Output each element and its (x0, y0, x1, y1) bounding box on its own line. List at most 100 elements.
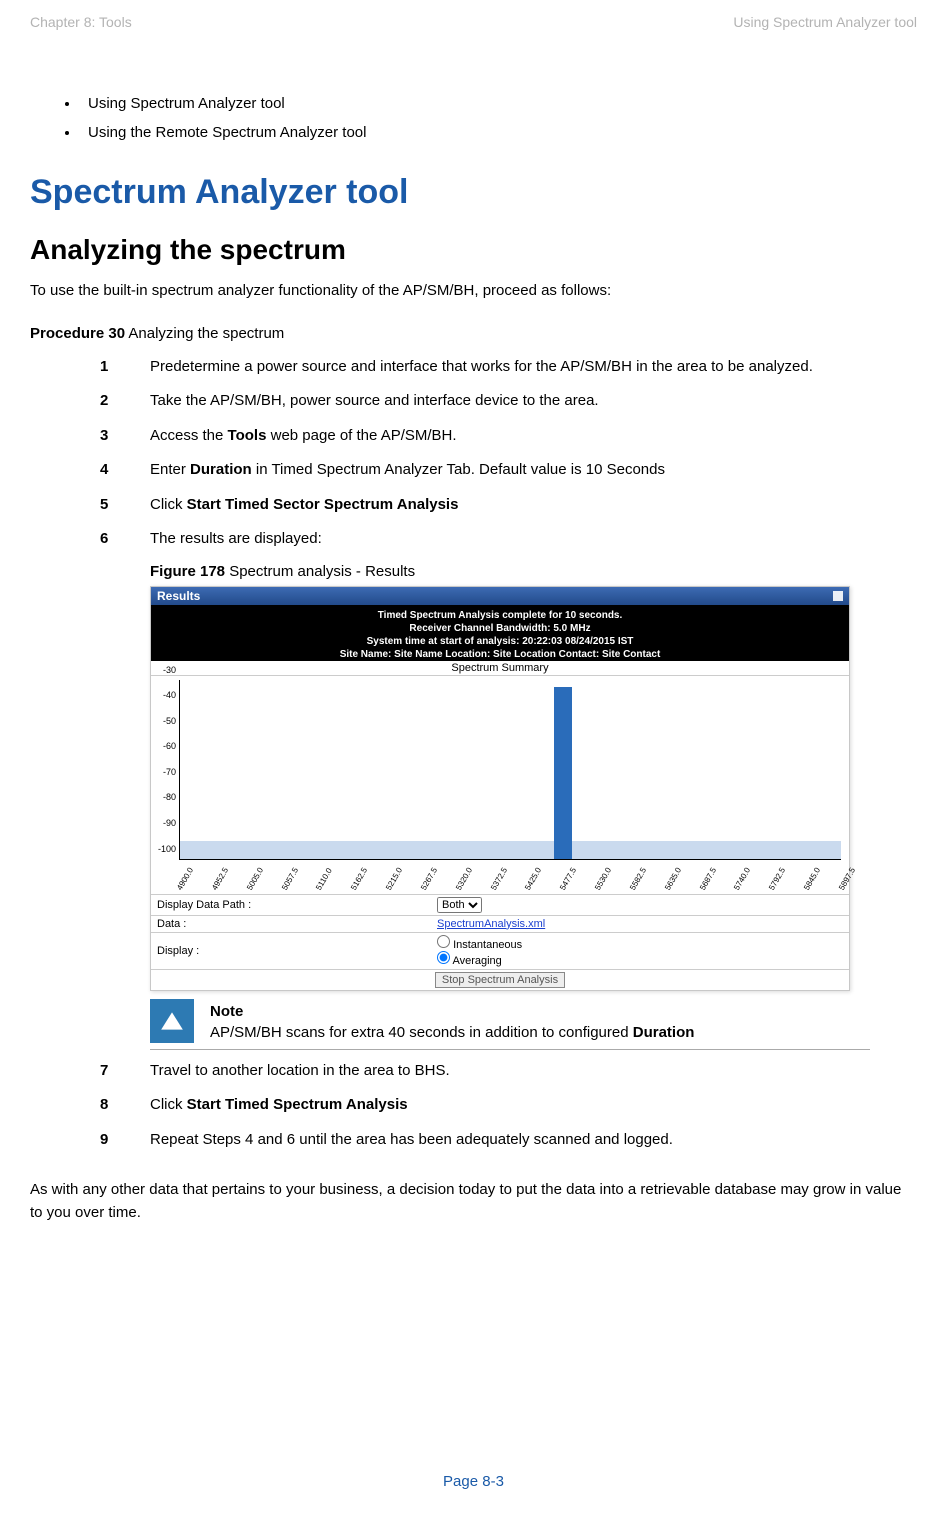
stop-button-row: Stop Spectrum Analysis (151, 969, 849, 990)
chart-x-axis: 4900.04952.55005.05057.55110.05162.55215… (179, 860, 841, 894)
step-text: Predetermine a power source and interfac… (150, 358, 813, 375)
link-spectrum-analysis-xml[interactable]: SpectrumAnalysis.xml (437, 918, 545, 930)
radio-averaging[interactable] (437, 951, 450, 964)
y-tick-label: -50 (154, 716, 176, 726)
step-body: Predetermine a power source and interfac… (150, 356, 917, 379)
results-title: Results (157, 589, 200, 603)
procedure-number: Procedure 30 (30, 325, 125, 342)
step-body: Repeat Steps 4 and 6 until the area has … (150, 1129, 917, 1152)
label-data: Data : (151, 916, 431, 932)
results-titlebar: Results (151, 587, 849, 605)
radio-averaging-label[interactable]: Averaging (437, 955, 502, 967)
note-text: Note AP/SM/BH scans for extra 40 seconds… (210, 999, 694, 1043)
spectrum-summary-label: Spectrum Summary (151, 661, 849, 676)
procedure-label: Procedure 30 Analyzing the spectrum (30, 325, 917, 342)
step-text: in Timed Spectrum Analyzer Tab. Default … (252, 461, 665, 478)
step-row: 7 Travel to another location in the area… (30, 1060, 917, 1083)
step-number: 5 (100, 494, 150, 517)
intro-bullets: Using Spectrum Analyzer tool Using the R… (30, 90, 917, 147)
step-text: Access the (150, 427, 228, 444)
x-tick-label: 5792.5 (767, 866, 787, 892)
figure-caption: Figure 178 Spectrum analysis - Results (30, 563, 917, 580)
step-row: 3 Access the Tools web page of the AP/SM… (30, 425, 917, 448)
x-tick-label: 4900.0 (175, 866, 195, 892)
step-row: 2 Take the AP/SM/BH, power source and in… (30, 390, 917, 413)
header-right: Using Spectrum Analyzer tool (733, 14, 917, 30)
step-bold: Duration (190, 461, 252, 478)
y-tick-label: -30 (154, 665, 176, 675)
stop-spectrum-analysis-button[interactable]: Stop Spectrum Analysis (435, 972, 565, 988)
step-text: Enter (150, 461, 190, 478)
x-tick-label: 5740.0 (733, 866, 753, 892)
step-number: 1 (100, 356, 150, 379)
x-tick-label: 4952.5 (210, 866, 230, 892)
step-number: 8 (100, 1094, 150, 1117)
step-number: 3 (100, 425, 150, 448)
step-number: 2 (100, 390, 150, 413)
step-row: 4 Enter Duration in Timed Spectrum Analy… (30, 459, 917, 482)
bullet-item: Using the Remote Spectrum Analyzer tool (80, 119, 917, 148)
procedure-steps: 1 Predetermine a power source and interf… (30, 356, 917, 551)
row-display-data-path: Display Data Path : Both (151, 894, 849, 915)
y-tick-label: -60 (154, 741, 176, 751)
step-body: Access the Tools web page of the AP/SM/B… (150, 425, 917, 448)
status-line: Receiver Channel Bandwidth: 5.0 MHz (155, 622, 845, 635)
step-number: 6 (100, 528, 150, 551)
select-display-data-path[interactable]: Both (437, 897, 482, 913)
x-tick-label: 5845.0 (802, 866, 822, 892)
step-text: Click (150, 496, 187, 513)
heading-analyzing-the-spectrum: Analyzing the spectrum (30, 234, 917, 266)
status-line: Timed Spectrum Analysis complete for 10 … (155, 609, 845, 622)
bullet-item: Using Spectrum Analyzer tool (80, 90, 917, 119)
x-tick-label: 5897.5 (837, 866, 857, 892)
step-row: 6 The results are displayed: (30, 528, 917, 551)
step-text: Take the AP/SM/BH, power source and inte… (150, 392, 599, 409)
step-bold: Tools (228, 427, 267, 444)
x-tick-label: 5215.0 (384, 866, 404, 892)
figure-title: Spectrum analysis - Results (225, 563, 415, 580)
radio-instantaneous[interactable] (437, 935, 450, 948)
closing-paragraph: As with any other data that pertains to … (30, 1179, 917, 1224)
step-bold: Start Timed Spectrum Analysis (187, 1096, 408, 1113)
x-tick-label: 5005.0 (245, 866, 265, 892)
note-body-bold: Duration (633, 1024, 695, 1041)
step-body: Travel to another location in the area t… (150, 1060, 917, 1083)
x-tick-label: 5635.0 (663, 866, 683, 892)
figure-number: Figure 178 (150, 563, 225, 580)
x-tick-label: 5320.0 (454, 866, 474, 892)
y-tick-label: -90 (154, 818, 176, 828)
y-tick-label: -100 (154, 844, 176, 854)
heading-spectrum-analyzer-tool: Spectrum Analyzer tool (30, 173, 917, 212)
step-text: Click (150, 1096, 187, 1113)
status-line: Site Name: Site Name Location: Site Loca… (155, 648, 845, 661)
step-body: The results are displayed: (150, 528, 917, 551)
spectrum-peak-bar (554, 687, 572, 858)
step-text: The results are displayed: (150, 530, 322, 547)
radio-instantaneous-label[interactable]: Instantaneous (437, 939, 522, 951)
step-row: 8 Click Start Timed Spectrum Analysis (30, 1094, 917, 1117)
step-row: 1 Predetermine a power source and interf… (30, 356, 917, 379)
step-row: 5 Click Start Timed Sector Spectrum Anal… (30, 494, 917, 517)
results-panel: Results Timed Spectrum Analysis complete… (150, 586, 850, 991)
x-tick-label: 5162.5 (349, 866, 369, 892)
header-left: Chapter 8: Tools (30, 14, 132, 30)
row-data: Data : SpectrumAnalysis.xml (151, 915, 849, 932)
x-tick-label: 5425.0 (524, 866, 544, 892)
step-body: Click Start Timed Spectrum Analysis (150, 1094, 917, 1117)
x-tick-label: 5477.5 (558, 866, 578, 892)
radio-text: Instantaneous (453, 939, 522, 951)
step-text: web page of the AP/SM/BH. (266, 427, 456, 444)
label-display: Display : (151, 943, 431, 959)
status-line: System time at start of analysis: 20:22:… (155, 635, 845, 648)
spectrum-chart: -30-40-50-60-70-80-90-100 4900.04952.550… (151, 676, 849, 894)
step-body: Take the AP/SM/BH, power source and inte… (150, 390, 917, 413)
step-body: Enter Duration in Timed Spectrum Analyze… (150, 459, 917, 482)
step-text: Travel to another location in the area t… (150, 1062, 450, 1079)
x-tick-label: 5110.0 (314, 866, 334, 891)
note-icon (150, 999, 194, 1043)
x-tick-label: 5057.5 (280, 866, 300, 892)
intro-paragraph: To use the built-in spectrum analyzer fu… (30, 280, 917, 303)
step-body: Click Start Timed Sector Spectrum Analys… (150, 494, 917, 517)
x-tick-label: 5267.5 (419, 866, 439, 892)
collapse-icon[interactable] (833, 591, 843, 601)
